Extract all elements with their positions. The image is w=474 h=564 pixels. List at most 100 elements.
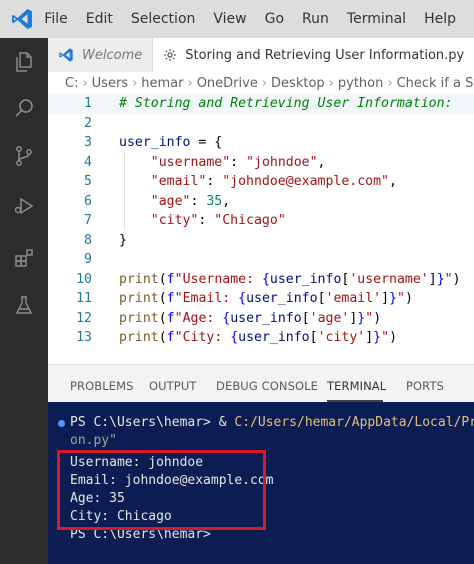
tab-label: Welcome <box>82 47 143 63</box>
output-highlight-box <box>57 450 266 530</box>
code-line: 4 "username": "johndoe", <box>48 153 474 173</box>
line-number: 6 <box>84 193 92 209</box>
line-number: 8 <box>84 232 92 248</box>
chevron-right-icon: › <box>328 75 334 91</box>
line-number: 5 <box>84 174 92 190</box>
terminal-command-line: PS C:\Users\hemar> & C:/Users/hemar/AppD… <box>70 415 474 430</box>
code-token: } <box>119 232 127 248</box>
command-status-dot-icon <box>58 420 65 427</box>
menu-run[interactable]: Run <box>302 11 329 27</box>
line-number: 9 <box>84 252 92 268</box>
code-line: 5 "email": "johndoe@example.com", <box>48 172 474 192</box>
menu-selection[interactable]: Selection <box>131 11 196 27</box>
line-number: 4 <box>84 154 92 170</box>
menu-terminal[interactable]: Terminal <box>347 11 406 27</box>
vscode-tab-icon <box>58 47 74 63</box>
gear-icon <box>163 48 177 62</box>
code-line: 7 "city": "Chicago" <box>48 211 474 231</box>
tab-terminal[interactable]: TERMINAL <box>327 379 386 393</box>
code-token: "email" <box>150 174 207 190</box>
code-token: 'email' <box>325 291 382 307</box>
menu-bar: File Edit Selection View Go Run Terminal… <box>44 11 474 27</box>
code-token: print <box>119 310 159 326</box>
code-comment: # Storing and Retrieving User Informatio… <box>119 96 453 112</box>
menu-help[interactable]: Help <box>424 11 456 27</box>
code-token: 35 <box>206 193 223 209</box>
code-line: 8 } <box>48 231 474 251</box>
tab-ports[interactable]: PORTS <box>406 379 444 393</box>
run-debug-icon[interactable] <box>0 186 48 226</box>
chevron-right-icon: › <box>187 75 193 91</box>
search-icon[interactable] <box>0 88 48 128</box>
code-line: 10 print(f"Username: {user_info['usernam… <box>48 270 474 290</box>
extensions-icon[interactable] <box>0 238 48 278</box>
breadcrumb-item[interactable]: Desktop <box>271 76 325 91</box>
code-token: "johndoe" <box>246 154 318 170</box>
code-token: "city" <box>150 213 199 229</box>
source-control-icon[interactable] <box>0 136 48 176</box>
code-token: 'username' <box>349 271 429 287</box>
tab-problems[interactable]: PROBLEMS <box>70 379 134 393</box>
code-line: 2 <box>48 114 474 134</box>
terminal-prompt: PS C:\Users\hemar> & <box>70 415 235 430</box>
breadcrumb-item[interactable]: Users <box>92 76 128 91</box>
code-line: 12 print(f"Age: {user_info['age']}") <box>48 309 474 329</box>
testing-icon[interactable] <box>0 286 48 326</box>
line-number: 2 <box>84 115 92 131</box>
line-number: 11 <box>76 291 92 307</box>
line-number: 10 <box>76 271 92 287</box>
title-bar: File Edit Selection View Go Run Terminal… <box>0 0 474 38</box>
line-number: 7 <box>84 213 92 229</box>
code-token: = { <box>190 135 223 151</box>
tab-label: Storing and Retrieving User Information.… <box>185 47 465 63</box>
code-line: 13 print(f"City: {user_info['city']}") <box>48 328 474 348</box>
code-token: "johndoe@example.com" <box>222 174 389 190</box>
menu-go[interactable]: Go <box>265 11 284 27</box>
tab-output[interactable]: OUTPUT <box>149 379 196 393</box>
menu-edit[interactable]: Edit <box>86 11 113 27</box>
code-token: Age: <box>182 310 223 326</box>
code-line: 11 print(f"Email: {user_info['email']}") <box>48 289 474 309</box>
vscode-logo-icon <box>0 0 44 38</box>
chevron-right-icon: › <box>261 75 268 91</box>
menu-view[interactable]: View <box>213 11 246 27</box>
code-token: "age" <box>150 193 191 209</box>
code-line: 1 # Storing and Retrieving User Informat… <box>48 94 474 114</box>
panel-tabs: PROBLEMS OUTPUT DEBUG CONSOLE TERMINAL P… <box>48 364 474 402</box>
code-token: print <box>119 271 159 287</box>
terminal-command-path: C:/Users/hemar/AppData/Local/Progr <box>234 415 474 430</box>
editor-tabs: Welcome Storing and Retrieving User Info… <box>48 38 474 72</box>
tab-debug-console[interactable]: DEBUG CONSOLE <box>216 379 318 393</box>
code-editor[interactable]: 1 # Storing and Retrieving User Informat… <box>48 94 474 364</box>
tab-storing-user-info[interactable]: Storing and Retrieving User Information.… <box>153 38 474 72</box>
terminal[interactable]: PS C:\Users\hemar> & C:/Users/hemar/AppD… <box>48 402 474 564</box>
code-token: Email: <box>182 291 239 307</box>
breadcrumb-item[interactable]: C: <box>65 76 78 91</box>
chevron-right-icon: › <box>82 75 88 91</box>
code-token: print <box>119 330 159 346</box>
line-number: 12 <box>76 310 92 326</box>
code-token: "username" <box>150 154 231 170</box>
activity-bar <box>0 38 48 564</box>
breadcrumb-item[interactable]: OneDrive <box>197 76 258 91</box>
chevron-right-icon: › <box>132 75 138 91</box>
line-number: 3 <box>84 135 92 151</box>
code-line: 6 "age": 35, <box>48 192 474 212</box>
terminal-command-continuation: on.py" <box>70 433 117 448</box>
code-token: City: <box>182 330 231 346</box>
line-number: 1 <box>84 96 92 112</box>
breadcrumb: C: › Users › hemar › OneDrive › Desktop › pyt… <box>48 72 474 94</box>
line-number: 13 <box>76 330 92 346</box>
code-token: user_info <box>119 135 191 151</box>
explorer-icon[interactable] <box>0 42 48 82</box>
code-token: Username: <box>182 271 262 287</box>
code-token: 'age' <box>309 310 350 326</box>
breadcrumb-item[interactable]: python <box>338 76 383 91</box>
tab-welcome[interactable]: Welcome <box>48 38 154 72</box>
menu-file[interactable]: File <box>44 11 67 27</box>
breadcrumb-item[interactable]: hemar <box>141 76 183 91</box>
code-line: 9 <box>48 250 474 270</box>
chevron-right-icon: › <box>387 75 393 91</box>
breadcrumb-item[interactable]: Check if a Strin <box>397 76 474 91</box>
code-token: print <box>119 291 159 307</box>
